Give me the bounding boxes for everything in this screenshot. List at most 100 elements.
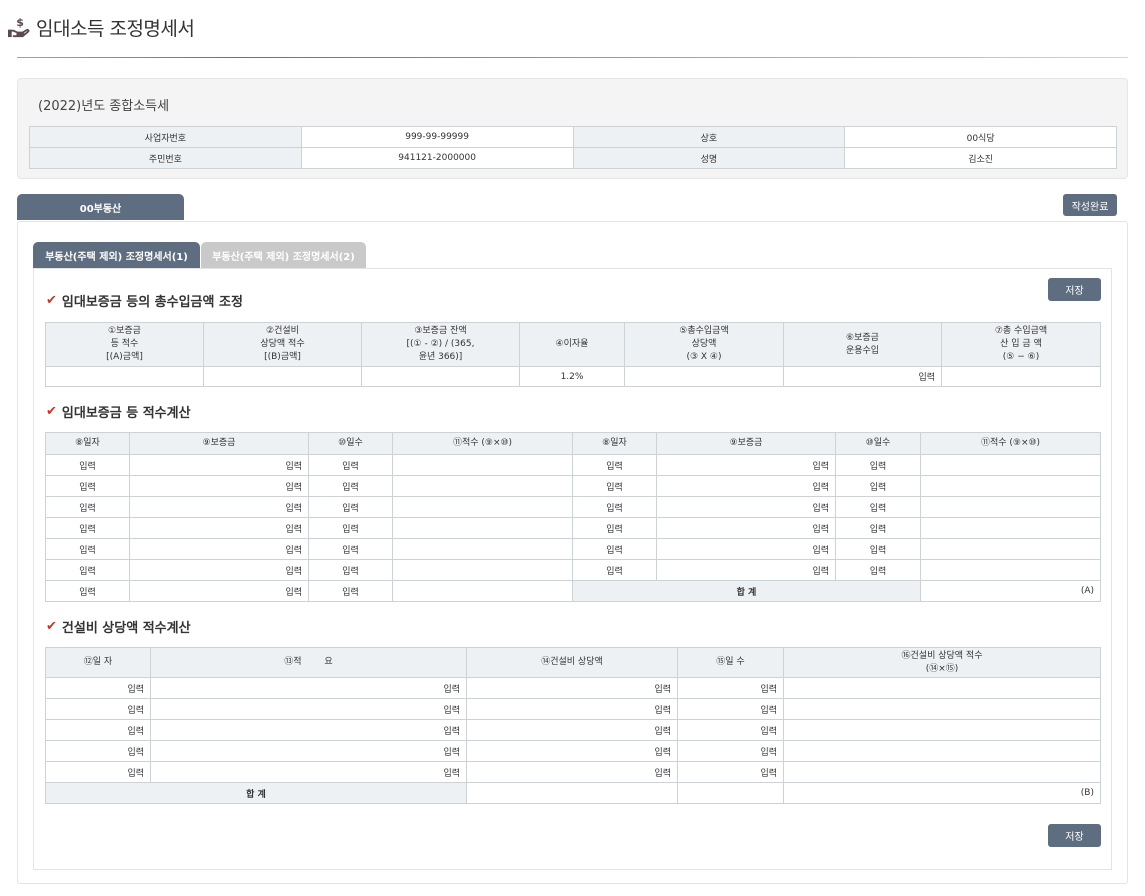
check-icon: ✔ (46, 293, 57, 308)
days-input[interactable]: 입력 (308, 517, 393, 539)
summary-input[interactable]: 입력 (150, 698, 467, 720)
date-input[interactable]: 입력 (45, 475, 130, 497)
deposit-input[interactable]: 입력 (656, 475, 836, 497)
company-name-label: 상호 (572, 126, 846, 148)
date-input[interactable]: 입력 (45, 580, 130, 602)
section-title-text: 임대보증금 등의 총수입금액 조정 (61, 295, 243, 310)
days-input[interactable]: 입력 (835, 559, 921, 581)
business-number-label: 사업자번호 (29, 126, 302, 148)
section-title-construction-accumulation: ✔ 건설비 상당액 적수계산 (46, 617, 191, 636)
days-total-cell (677, 782, 784, 804)
days-input[interactable]: 입력 (677, 677, 784, 699)
summary-input[interactable]: 입력 (150, 719, 467, 741)
days-input[interactable]: 입력 (308, 475, 393, 497)
days-input[interactable]: 입력 (677, 761, 784, 783)
date-input[interactable]: 입력 (572, 517, 657, 539)
summary-input[interactable]: 입력 (150, 761, 467, 783)
accumulation-cell (920, 475, 1101, 497)
deposit-input[interactable]: 입력 (129, 496, 309, 518)
deposit-input[interactable]: 입력 (129, 580, 309, 602)
days-input[interactable]: 입력 (835, 475, 921, 497)
deposit-input[interactable]: 입력 (656, 517, 836, 539)
column-header: ⑭건설비 상당액 (466, 647, 678, 678)
date-input[interactable]: 입력 (45, 719, 151, 741)
days-input[interactable]: 입력 (308, 454, 393, 476)
summary-input[interactable]: 입력 (150, 740, 467, 762)
construction-amount-input[interactable]: 입력 (466, 761, 678, 783)
section-title-deposit-accumulation: ✔ 임대보증금 등 적수계산 (46, 402, 191, 421)
construction-sum-cell (203, 366, 362, 387)
section-title-text: 건설비 상당액 적수계산 (61, 621, 191, 636)
deposit-input[interactable]: 입력 (129, 475, 309, 497)
deposit-input[interactable]: 입력 (129, 538, 309, 560)
days-input[interactable]: 입력 (835, 517, 921, 539)
deposit-input[interactable]: 입력 (129, 454, 309, 476)
accumulation-cell (783, 740, 1101, 762)
date-input[interactable]: 입력 (45, 538, 130, 560)
date-input[interactable]: 입력 (45, 740, 151, 762)
deposit-input[interactable]: 입력 (129, 559, 309, 581)
accumulation-cell (920, 454, 1101, 476)
days-input[interactable]: 입력 (677, 698, 784, 720)
deposit-input[interactable]: 입력 (656, 559, 836, 581)
date-input[interactable]: 입력 (45, 698, 151, 720)
summary-input[interactable]: 입력 (150, 677, 467, 699)
construction-amount-input[interactable]: 입력 (466, 677, 678, 699)
deposit-income-table: ①보증금 등 적수 [(A)금액] ②건설비 상당액 적수 [(B)금액] ③보증금 잔… (45, 322, 1101, 387)
deposit-input[interactable]: 입력 (129, 517, 309, 539)
days-input[interactable]: 입력 (677, 719, 784, 741)
table-row: 주민번호 941121-2000000 성명 김소진 (29, 147, 1117, 169)
date-input[interactable]: 입력 (45, 454, 130, 476)
construction-amount-input[interactable]: 입력 (466, 719, 678, 741)
column-header: ①보증금 등 적수 [(A)금액] (45, 322, 204, 367)
date-input[interactable]: 입력 (45, 517, 130, 539)
subtab-statement-2[interactable]: 부동산(주택 제외) 조정명세서(2) (201, 242, 366, 268)
table-header-row: ⑧일자 ⑨보증금 ⑩일수 ⑪적수 (⑨×⑩) ⑧일자 ⑨보증금 ⑩일수 ⑪적수 … (45, 432, 1101, 455)
tab-property[interactable]: 00부동산 (17, 194, 184, 220)
date-input[interactable]: 입력 (572, 454, 657, 476)
page: $ 임대소득 조정명세서 (2022)년도 종합소득세 사업자번호 999-99… (0, 0, 1145, 896)
date-input[interactable]: 입력 (45, 496, 130, 518)
table-row: 입력 입력 입력 입력 입력 입력 (45, 559, 1101, 581)
construction-amount-input[interactable]: 입력 (466, 740, 678, 762)
days-input[interactable]: 입력 (677, 740, 784, 762)
save-button-top[interactable]: 저장 (1048, 278, 1101, 301)
date-input[interactable]: 입력 (572, 496, 657, 518)
deposit-operating-income-input[interactable]: 입력 (783, 366, 942, 387)
resident-number-label: 주민번호 (29, 147, 302, 169)
deposit-input[interactable]: 입력 (656, 454, 836, 476)
table-row: 입력 입력 입력 입력 (45, 761, 1101, 783)
days-input[interactable]: 입력 (835, 496, 921, 518)
days-input[interactable]: 입력 (835, 454, 921, 476)
date-input[interactable]: 입력 (572, 475, 657, 497)
column-header: ⑪적수 (⑨×⑩) (392, 432, 573, 455)
days-input[interactable]: 입력 (835, 538, 921, 560)
date-input[interactable]: 입력 (45, 677, 151, 699)
deposit-input[interactable]: 입력 (656, 538, 836, 560)
days-input[interactable]: 입력 (308, 559, 393, 581)
accumulation-cell (392, 580, 573, 602)
date-input[interactable]: 입력 (572, 559, 657, 581)
date-input[interactable]: 입력 (45, 761, 151, 783)
accumulation-cell (920, 517, 1101, 539)
complete-button[interactable]: 작성완료 (1063, 194, 1117, 216)
table-row: 입력 입력 입력 입력 입력 입력 (45, 517, 1101, 539)
taxpayer-info-panel: (2022)년도 종합소득세 사업자번호 999-99-99999 상호 00식… (17, 78, 1128, 179)
days-input[interactable]: 입력 (308, 538, 393, 560)
save-button-bottom[interactable]: 저장 (1048, 824, 1101, 847)
days-input[interactable]: 입력 (308, 580, 393, 602)
subtab-statement-1[interactable]: 부동산(주택 제외) 조정명세서(1) (33, 242, 200, 268)
accumulation-cell (783, 761, 1101, 783)
construction-amount-input[interactable]: 입력 (466, 698, 678, 720)
date-input[interactable]: 입력 (45, 559, 130, 581)
column-header: ⑦총 수입금액 산 입 금 액 (⑤ − ⑥) (941, 322, 1101, 367)
deposit-input[interactable]: 입력 (656, 496, 836, 518)
accumulation-cell (783, 698, 1101, 720)
date-input[interactable]: 입력 (572, 538, 657, 560)
days-input[interactable]: 입력 (308, 496, 393, 518)
deposit-accumulation-table: ⑧일자 ⑨보증금 ⑩일수 ⑪적수 (⑨×⑩) ⑧일자 ⑨보증금 ⑩일수 ⑪적수 … (45, 432, 1101, 602)
total-label: 합 계 (572, 580, 921, 602)
section-title-text: 임대보증금 등 적수계산 (61, 406, 191, 421)
column-header: ⑥보증금 운용수입 (783, 322, 942, 367)
tax-year-subtitle: (2022)년도 종합소득세 (38, 99, 170, 114)
